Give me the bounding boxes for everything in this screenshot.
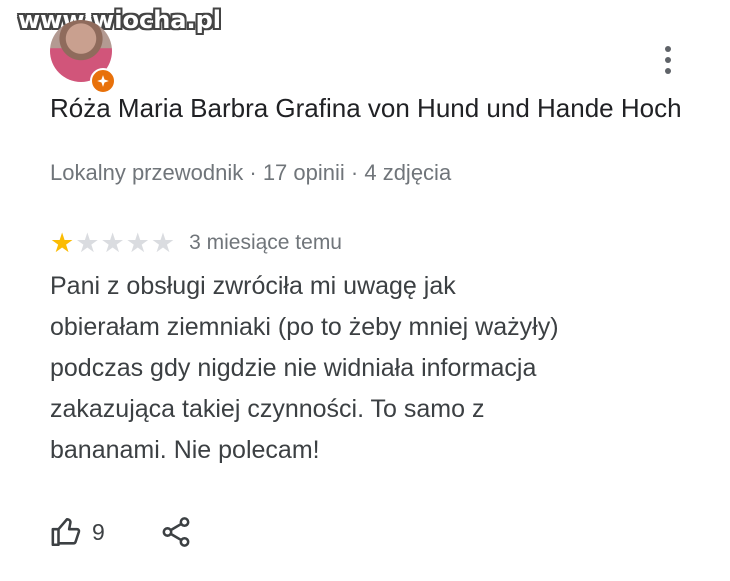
more-options-button[interactable] bbox=[654, 42, 682, 78]
like-button[interactable]: 9 bbox=[50, 515, 105, 549]
share-icon bbox=[162, 517, 190, 547]
more-vert-icon-dot bbox=[665, 57, 671, 63]
review-text-line: obierałam ziemniaki (po to żeby mniej wa… bbox=[50, 313, 559, 341]
star-empty-icon: ★ bbox=[100, 228, 125, 258]
reviewer-avatar-wrap[interactable] bbox=[50, 20, 116, 94]
review-text-line: podczas gdy nigdzie nie widniała informa… bbox=[50, 354, 537, 382]
star-empty-icon: ★ bbox=[75, 228, 100, 258]
watermark: www.wiocha.pl bbox=[18, 6, 222, 34]
thumb-up-icon bbox=[51, 517, 81, 547]
review-text-line: Pani z obsługi zwróciła mi uwagę jak bbox=[50, 272, 456, 300]
more-vert-icon-dot bbox=[665, 68, 671, 74]
photo-count: 4 zdjęcia bbox=[364, 160, 452, 185]
review-text-line: bananami. Nie polecam! bbox=[50, 436, 320, 464]
local-guide-star-icon bbox=[90, 68, 116, 94]
star-empty-icon: ★ bbox=[125, 228, 150, 258]
review-count: 17 opinii bbox=[262, 160, 345, 185]
review-text-line: zakazująca takiej czynności. To samo z bbox=[50, 395, 485, 423]
meta-separator: · bbox=[249, 160, 257, 185]
star-empty-icon: ★ bbox=[150, 228, 176, 258]
meta-separator: · bbox=[350, 160, 359, 185]
star-filled-icon: ★ bbox=[50, 228, 75, 258]
reviewer-name[interactable]: Róża Maria Barbra Grafina von Hund und H… bbox=[50, 92, 690, 124]
review-text: Pani z obsługi zwróciła mi uwagę jak obie… bbox=[50, 266, 670, 471]
reviewer-badge-label: Lokalny przewodnik bbox=[50, 160, 244, 185]
rating-row: ★ ★ ★ ★ ★ 3 miesiące temu bbox=[50, 228, 342, 258]
reviewer-meta: Lokalny przewodnik · 17 opinii · 4 zdjęc… bbox=[50, 160, 451, 186]
like-count: 9 bbox=[92, 518, 105, 545]
review-actions: 9 bbox=[50, 512, 193, 552]
more-vert-icon-dot bbox=[665, 46, 671, 52]
star-rating: ★ ★ ★ ★ ★ bbox=[50, 228, 175, 258]
share-button[interactable] bbox=[159, 515, 193, 549]
review-time: 3 miesiące temu bbox=[189, 231, 342, 254]
